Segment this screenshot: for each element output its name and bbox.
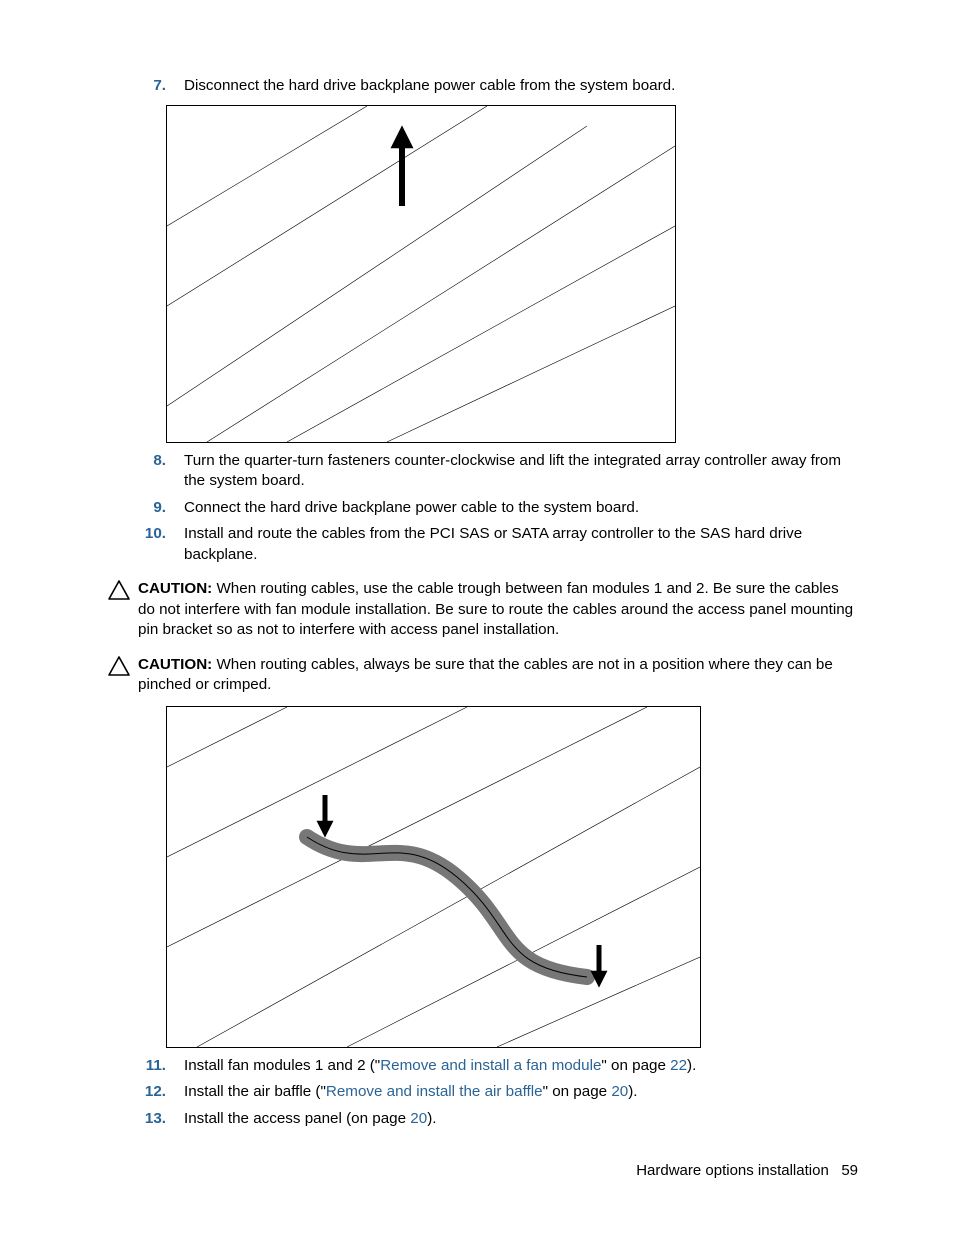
step-number: 9. <box>108 498 184 519</box>
step-text-pre: Install fan modules 1 and 2 (" <box>184 1057 380 1074</box>
link-page-20b[interactable]: 20 <box>410 1110 427 1127</box>
step-text-pre: Install the air baffle (" <box>184 1083 326 1100</box>
step-7: 7. Disconnect the hard drive backplane p… <box>108 76 858 97</box>
caution-icon <box>108 655 138 676</box>
step-12: 12. Install the air baffle ("Remove and … <box>108 1082 858 1103</box>
caution-text: CAUTION: When routing cables, use the ca… <box>138 579 858 641</box>
step-text: Disconnect the hard drive backplane powe… <box>184 76 858 97</box>
step-9: 9. Connect the hard drive backplane powe… <box>108 498 858 519</box>
step-number: 10. <box>108 524 184 545</box>
step-10: 10. Install and route the cables from th… <box>108 524 858 565</box>
caution-body: When routing cables, always be sure that… <box>138 656 833 694</box>
step-text: Turn the quarter-turn fasteners counter-… <box>184 451 858 492</box>
step-text: Install fan modules 1 and 2 ("Remove and… <box>184 1056 858 1077</box>
caution-label: CAUTION: <box>138 580 212 597</box>
step-13: 13. Install the access panel (on page 20… <box>108 1109 858 1130</box>
caution-cable-trough: CAUTION: When routing cables, use the ca… <box>108 579 858 641</box>
step-number: 12. <box>108 1082 184 1103</box>
step-number: 7. <box>108 76 184 97</box>
step-text-mid: " on page <box>601 1057 670 1074</box>
step-number: 8. <box>108 451 184 472</box>
step-text-mid: " on page <box>543 1083 612 1100</box>
step-number: 13. <box>108 1109 184 1130</box>
caution-pinch: CAUTION: When routing cables, always be … <box>108 655 858 696</box>
link-fan-module[interactable]: Remove and install a fan module <box>380 1057 601 1074</box>
step-text-post: ). <box>628 1083 637 1100</box>
link-air-baffle[interactable]: Remove and install the air baffle <box>326 1083 543 1100</box>
step-text-post: ). <box>427 1110 436 1127</box>
step-8: 8. Turn the quarter-turn fasteners count… <box>108 451 858 492</box>
caution-label: CAUTION: <box>138 656 212 673</box>
page-footer: Hardware options installation 59 <box>636 1161 858 1181</box>
step-number: 11. <box>108 1056 184 1077</box>
step-text-pre: Install the access panel (on page <box>184 1110 410 1127</box>
footer-page-number: 59 <box>841 1162 858 1179</box>
link-page-20[interactable]: 20 <box>611 1083 628 1100</box>
caution-text: CAUTION: When routing cables, always be … <box>138 655 858 696</box>
link-page-22[interactable]: 22 <box>670 1057 687 1074</box>
document-page: 7. Disconnect the hard drive backplane p… <box>0 0 954 1235</box>
figure-backplane-cable <box>166 105 676 443</box>
figure-cable-routing <box>166 706 701 1048</box>
step-11: 11. Install fan modules 1 and 2 ("Remove… <box>108 1056 858 1077</box>
footer-section: Hardware options installation <box>636 1162 829 1179</box>
step-text: Install the access panel (on page 20). <box>184 1109 858 1130</box>
step-text: Install and route the cables from the PC… <box>184 524 858 565</box>
step-text: Connect the hard drive backplane power c… <box>184 498 858 519</box>
caution-icon <box>108 579 138 600</box>
step-text: Install the air baffle ("Remove and inst… <box>184 1082 858 1103</box>
step-text-post: ). <box>687 1057 696 1074</box>
caution-body: When routing cables, use the cable troug… <box>138 580 853 638</box>
